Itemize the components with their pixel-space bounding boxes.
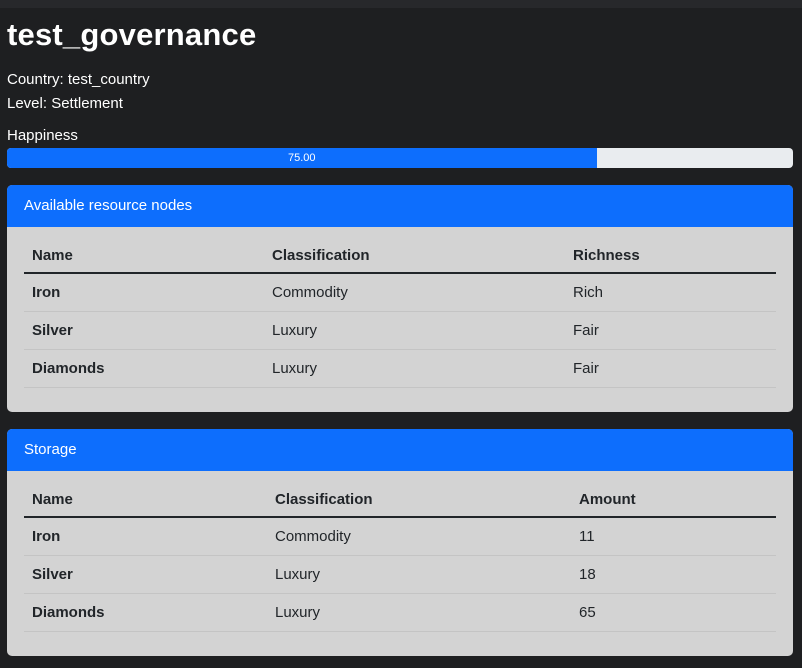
table-row: Iron Commodity 11 <box>24 517 776 556</box>
storage-header: Storage <box>7 429 793 471</box>
resource-classification: Luxury <box>264 349 565 388</box>
storage-classification: Luxury <box>267 593 571 632</box>
column-header-name: Name <box>24 239 264 274</box>
country-text: Country: test_country <box>7 71 150 88</box>
storage-classification: Commodity <box>267 517 571 556</box>
main-content: test_governance Country: test_country Le… <box>7 8 793 656</box>
table-row: Silver Luxury Fair <box>24 311 776 350</box>
column-header-amount: Amount <box>571 483 776 518</box>
resource-richness: Fair <box>565 349 776 388</box>
column-header-classification: Classification <box>264 239 565 274</box>
column-header-name: Name <box>24 483 267 518</box>
storage-amount: 65 <box>571 593 776 632</box>
storage-name: Iron <box>24 517 267 556</box>
table-row: Iron Commodity Rich <box>24 273 776 312</box>
column-header-classification: Classification <box>267 483 571 518</box>
storage-table: Name Classification Amount Iron Commodit… <box>24 483 776 632</box>
resource-nodes-table: Name Classification Richness Iron Commod… <box>24 239 776 388</box>
resource-name: Iron <box>24 273 264 312</box>
table-row: Silver Luxury 18 <box>24 555 776 594</box>
column-header-richness: Richness <box>565 239 776 274</box>
table-row: Diamonds Luxury Fair <box>24 349 776 388</box>
storage-amount: 18 <box>571 555 776 594</box>
resource-nodes-card: Available resource nodes Name Classifica… <box>7 185 793 412</box>
resource-name: Silver <box>24 311 264 350</box>
storage-card: Storage Name Classification Amount Iron … <box>7 429 793 656</box>
storage-classification: Luxury <box>267 555 571 594</box>
happiness-label: Happiness <box>7 127 78 144</box>
happiness-progress-bar: 75.00 <box>7 148 597 168</box>
storage-name: Diamonds <box>24 593 267 632</box>
resource-name: Diamonds <box>24 349 264 388</box>
resource-richness: Fair <box>565 311 776 350</box>
table-header-row: Name Classification Richness <box>24 239 776 274</box>
resource-classification: Luxury <box>264 311 565 350</box>
resource-richness: Rich <box>565 273 776 312</box>
level-text: Level: Settlement <box>7 95 123 112</box>
page-title: test_governance <box>7 17 257 52</box>
happiness-progress: 75.00 <box>7 148 793 168</box>
table-row: Diamonds Luxury 65 <box>24 593 776 632</box>
table-header-row: Name Classification Amount <box>24 483 776 518</box>
storage-amount: 11 <box>571 517 776 556</box>
top-bar <box>0 0 802 8</box>
resource-nodes-header: Available resource nodes <box>7 185 793 227</box>
resource-classification: Commodity <box>264 273 565 312</box>
storage-name: Silver <box>24 555 267 594</box>
